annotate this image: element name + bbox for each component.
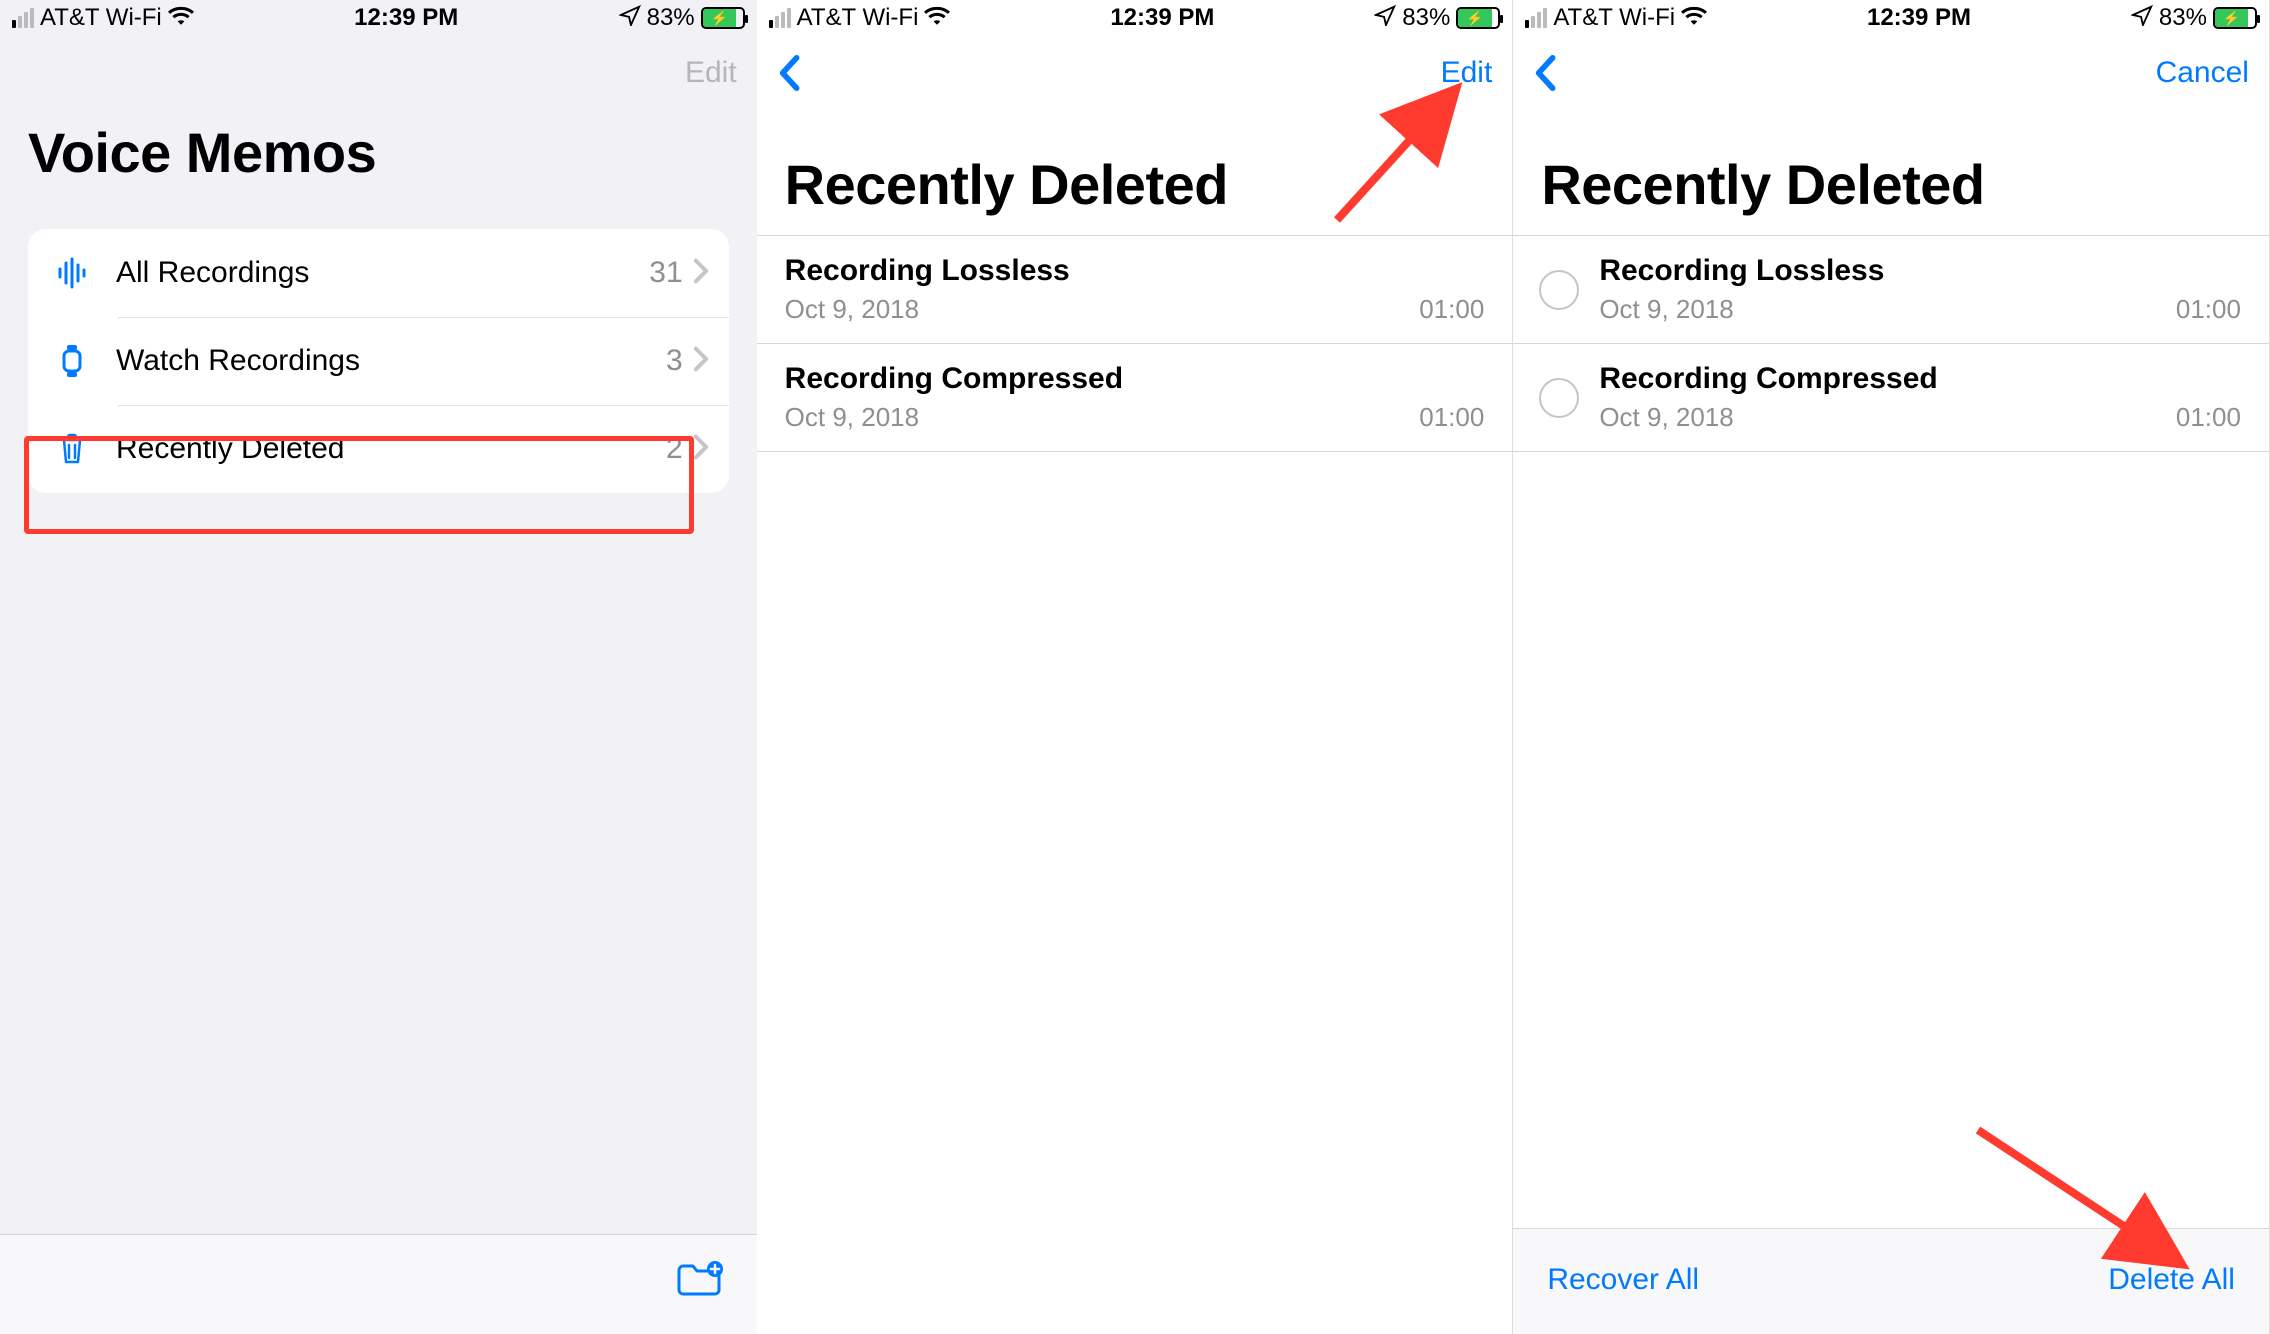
recording-duration: 01:00 xyxy=(1419,294,1484,325)
battery-icon: ⚡ xyxy=(1456,7,1500,29)
chevron-right-icon xyxy=(693,434,709,465)
location-icon xyxy=(619,4,641,33)
new-folder-button[interactable] xyxy=(675,1258,723,1303)
recordings-list: Recording Lossless Oct 9, 2018 01:00 Rec… xyxy=(1513,235,2269,452)
signal-bars-icon xyxy=(1525,8,1547,28)
edit-button[interactable]: Edit xyxy=(1441,56,1493,90)
recording-date: Oct 9, 2018 xyxy=(1599,402,1733,433)
status-bar: AT&T Wi-Fi 12:39 PM 83% ⚡ xyxy=(1513,0,2269,36)
pane-voice-memos-folders: AT&T Wi-Fi 12:39 PM 83% ⚡ Edit Voice Mem… xyxy=(0,0,757,1334)
recording-duration: 01:00 xyxy=(2176,402,2241,433)
back-button[interactable] xyxy=(777,54,801,92)
recordings-list: Recording Lossless Oct 9, 2018 01:00 Rec… xyxy=(757,235,1513,452)
chevron-right-icon xyxy=(693,258,709,289)
recording-title: Recording Compressed xyxy=(785,362,1485,396)
select-circle[interactable] xyxy=(1539,378,1579,418)
location-icon xyxy=(1374,4,1396,33)
battery-pct: 83% xyxy=(647,4,695,32)
location-icon xyxy=(2131,4,2153,33)
folder-count: 3 xyxy=(666,344,683,378)
back-button[interactable] xyxy=(1533,54,1557,92)
recording-row[interactable]: Recording Compressed Oct 9, 2018 01:00 xyxy=(757,344,1513,452)
status-time: 12:39 PM xyxy=(354,4,458,32)
watch-icon xyxy=(52,344,92,378)
page-title: Recently Deleted xyxy=(1513,110,2269,235)
battery-pct: 83% xyxy=(2159,4,2207,32)
select-circle[interactable] xyxy=(1539,270,1579,310)
recording-row[interactable]: Recording Lossless Oct 9, 2018 01:00 xyxy=(1513,236,2269,344)
recording-date: Oct 9, 2018 xyxy=(785,402,919,433)
signal-bars-icon xyxy=(769,8,791,28)
recording-row[interactable]: Recording Lossless Oct 9, 2018 01:00 xyxy=(757,236,1513,344)
nav-bar: Cancel xyxy=(1513,36,2269,110)
recording-title: Recording Compressed xyxy=(1599,362,2241,396)
battery-pct: 83% xyxy=(1402,4,1450,32)
recover-all-button[interactable]: Recover All xyxy=(1547,1263,1699,1297)
pane-recently-deleted-edit: AT&T Wi-Fi 12:39 PM 83% ⚡ Cancel Recentl… xyxy=(1513,0,2270,1334)
nav-bar: Edit xyxy=(0,36,757,110)
status-time: 12:39 PM xyxy=(1867,4,1971,32)
recording-row[interactable]: Recording Compressed Oct 9, 2018 01:00 xyxy=(1513,344,2269,452)
status-time: 12:39 PM xyxy=(1110,4,1214,32)
folder-label: All Recordings xyxy=(116,256,649,290)
waveform-icon xyxy=(52,257,92,289)
chevron-right-icon xyxy=(693,346,709,377)
folder-list: All Recordings 31 Watch Recordings 3 xyxy=(28,229,729,493)
signal-bars-icon xyxy=(12,8,34,28)
bottom-toolbar xyxy=(0,1234,757,1334)
recording-duration: 01:00 xyxy=(1419,402,1484,433)
edit-button[interactable]: Edit xyxy=(685,56,737,90)
status-bar: AT&T Wi-Fi 12:39 PM 83% ⚡ xyxy=(757,0,1513,36)
carrier-label: AT&T Wi-Fi xyxy=(40,4,162,32)
delete-all-button[interactable]: Delete All xyxy=(2108,1263,2235,1297)
recording-date: Oct 9, 2018 xyxy=(1599,294,1733,325)
folder-label: Recently Deleted xyxy=(116,432,666,466)
recording-title: Recording Lossless xyxy=(785,254,1485,288)
battery-icon: ⚡ xyxy=(2213,7,2257,29)
page-title: Recently Deleted xyxy=(757,110,1513,235)
recording-title: Recording Lossless xyxy=(1599,254,2241,288)
bottom-toolbar: Recover All Delete All xyxy=(1513,1228,2269,1334)
nav-bar: Edit xyxy=(757,36,1513,110)
cancel-button[interactable]: Cancel xyxy=(2156,56,2249,90)
folder-count: 31 xyxy=(649,256,682,290)
wifi-icon xyxy=(1681,4,1707,32)
folder-watch-recordings[interactable]: Watch Recordings 3 xyxy=(28,317,729,405)
folder-all-recordings[interactable]: All Recordings 31 xyxy=(28,229,729,317)
folder-label: Watch Recordings xyxy=(116,344,666,378)
recording-duration: 01:00 xyxy=(2176,294,2241,325)
carrier-label: AT&T Wi-Fi xyxy=(797,4,919,32)
status-bar: AT&T Wi-Fi 12:39 PM 83% ⚡ xyxy=(0,0,757,36)
carrier-label: AT&T Wi-Fi xyxy=(1553,4,1675,32)
pane-recently-deleted-view: AT&T Wi-Fi 12:39 PM 83% ⚡ Edit Recently … xyxy=(757,0,1514,1334)
wifi-icon xyxy=(924,4,950,32)
page-title: Voice Memos xyxy=(0,110,757,209)
folder-recently-deleted[interactable]: Recently Deleted 2 xyxy=(28,405,729,493)
recording-date: Oct 9, 2018 xyxy=(785,294,919,325)
folder-count: 2 xyxy=(666,432,683,466)
battery-icon: ⚡ xyxy=(701,7,745,29)
wifi-icon xyxy=(168,4,194,32)
trash-icon xyxy=(52,432,92,466)
